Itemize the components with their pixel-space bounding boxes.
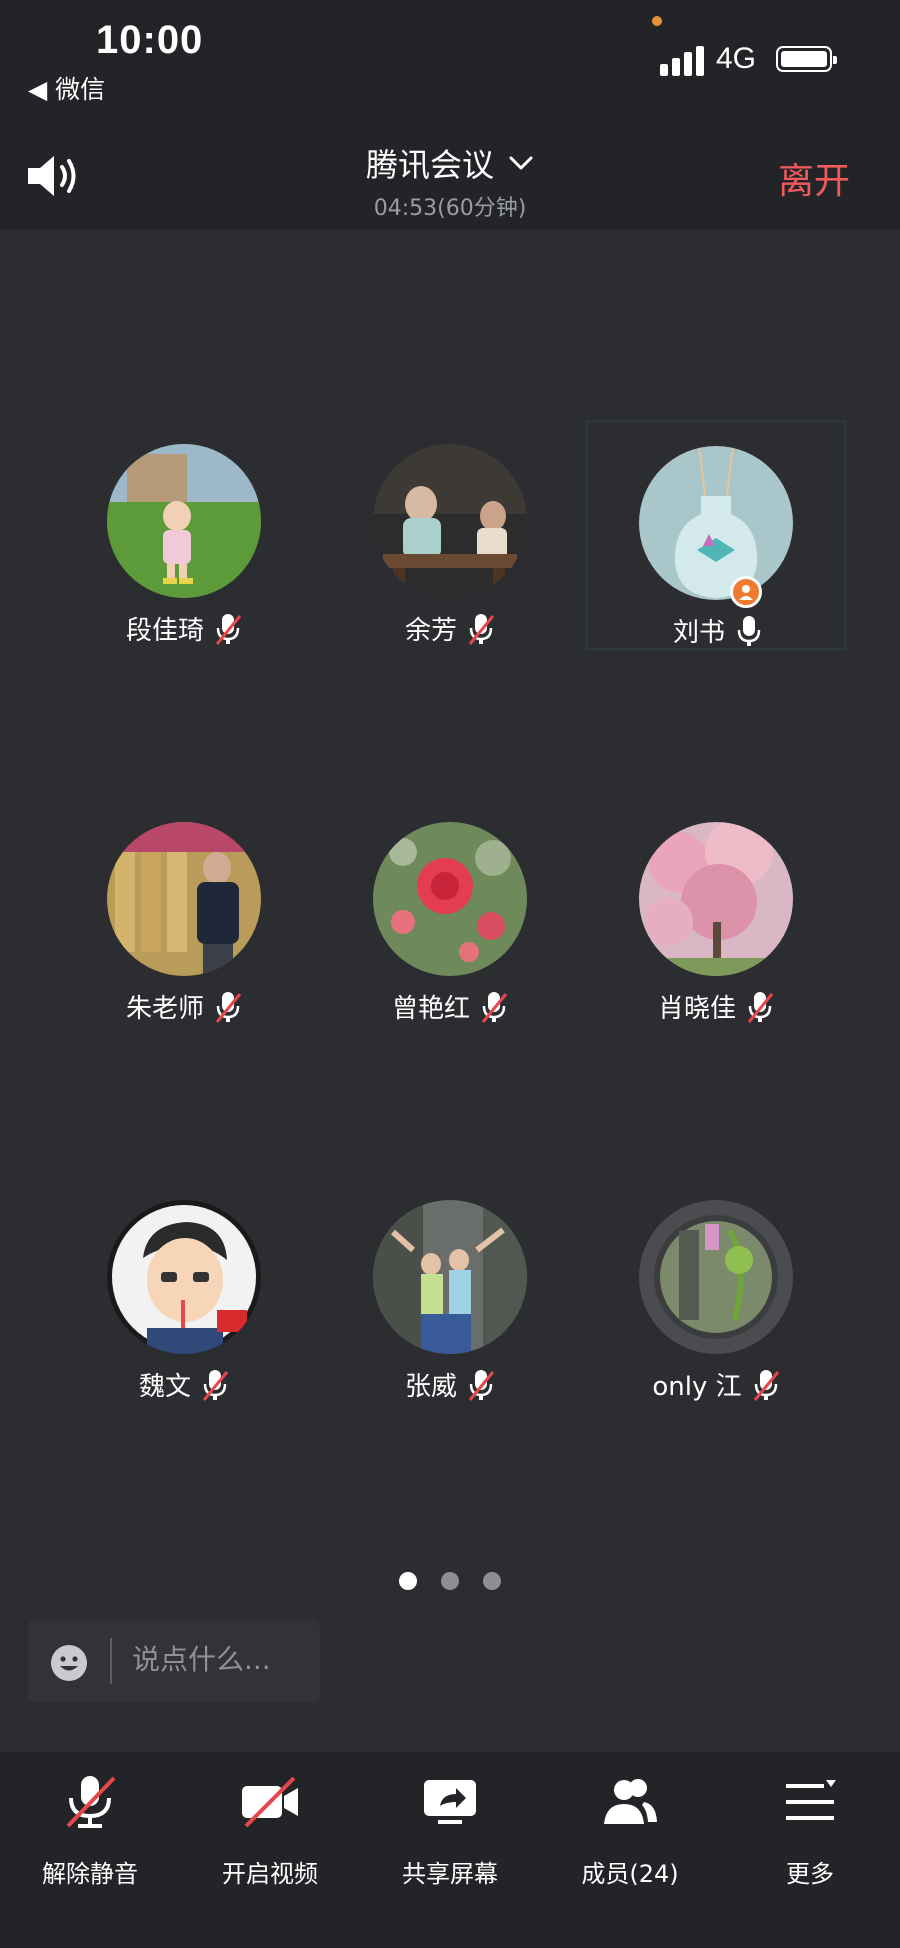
tea-photo-avatar (373, 444, 527, 598)
mic-muted-icon (481, 991, 508, 1023)
more-button[interactable]: 更多 (720, 1772, 900, 1912)
share-screen-button[interactable]: 共享屏幕 (360, 1772, 540, 1912)
mic-muted-icon (202, 1369, 229, 1401)
meeting-title: 腾讯会议 (365, 146, 494, 184)
participant-name: 朱老师 (125, 994, 204, 1024)
blossom-photo-avatar (639, 822, 793, 976)
participant-tile[interactable]: 段佳琦 (54, 420, 314, 650)
mic-muted-icon (215, 613, 242, 645)
network-type: 4G (716, 42, 757, 75)
mic-muted-icon (747, 991, 774, 1023)
participant-grid: 段佳琦 余芳 刘书 朱老师 曾艳红 肖晓佳 魏文 张威 only 江 (0, 230, 900, 1530)
mic-active-icon (737, 615, 761, 646)
share-screen-label: 共享屏幕 (402, 1860, 498, 1888)
more-label: 更多 (786, 1860, 834, 1888)
chevron-down-icon (509, 156, 533, 170)
mic-muted-icon (468, 1369, 495, 1401)
man-photo-avatar (107, 822, 261, 976)
members-icon (604, 1779, 657, 1824)
participant-tile[interactable]: 余芳 (320, 420, 580, 650)
participant-tile-active-speaker[interactable]: 刘书 (586, 420, 846, 650)
unmute-button[interactable]: 解除静音 (0, 1772, 180, 1912)
clock: 10:00 (96, 18, 204, 62)
page-dot-2[interactable] (441, 1572, 459, 1590)
participant-tile[interactable]: 张威 (320, 1176, 580, 1406)
chat-input[interactable] (130, 1642, 314, 1677)
garden-photo-avatar (639, 1200, 793, 1354)
meeting-header: 腾讯会议 04:53(60分钟) 离开 (0, 110, 900, 230)
start-video-button[interactable]: 开启视频 (180, 1772, 360, 1912)
divider (110, 1638, 112, 1684)
status-bar: 10:00 ◀ 微信 4G (0, 0, 900, 110)
participant-name: 张威 (404, 1372, 457, 1402)
battery-icon (776, 46, 837, 72)
bottle-photo-avatar (639, 446, 793, 600)
unmute-label: 解除静音 (42, 1860, 138, 1888)
mic-muted-icon (66, 1776, 116, 1828)
flower-photo-avatar (373, 822, 527, 976)
host-badge-icon (730, 576, 762, 608)
recording-indicator (652, 16, 662, 26)
participant-tile[interactable]: 肖晓佳 (586, 798, 846, 1028)
baby-photo-avatar (107, 444, 261, 598)
cartoon-avatar (107, 1200, 261, 1354)
participant-tile[interactable]: 曾艳红 (320, 798, 580, 1028)
chat-bar[interactable] (28, 1620, 320, 1702)
meeting-timer: 04:53(60分钟) (373, 196, 527, 221)
participant-name: 肖晓佳 (657, 994, 736, 1024)
emoji-icon[interactable] (50, 1644, 88, 1682)
participant-name: 曾艳红 (391, 994, 470, 1024)
members-button[interactable]: 成员(24) (540, 1772, 720, 1912)
participant-name: 魏文 (138, 1372, 191, 1402)
mic-muted-icon (215, 991, 242, 1023)
participant-tile[interactable]: only 江 (586, 1176, 846, 1406)
participant-name: only 江 (652, 1372, 742, 1402)
share-screen-icon (424, 1780, 476, 1824)
signal-icon (660, 46, 704, 76)
page-indicator (0, 1572, 900, 1590)
participant-name: 余芳 (404, 616, 457, 646)
mic-muted-icon (753, 1369, 779, 1401)
meeting-title-dropdown[interactable]: 腾讯会议 (0, 140, 900, 186)
page-dot-1[interactable] (399, 1572, 417, 1590)
participant-tile[interactable]: 魏文 (54, 1176, 314, 1406)
video-off-icon (242, 1776, 298, 1828)
back-to-app-link[interactable]: ◀ 微信 (28, 70, 105, 106)
page-dot-3[interactable] (483, 1572, 501, 1590)
leave-button[interactable]: 离开 (778, 152, 850, 204)
members-label: 成员(24) (581, 1860, 679, 1888)
participant-name: 刘书 (672, 618, 725, 648)
more-menu-icon (786, 1780, 836, 1820)
family-photo-avatar (373, 1200, 527, 1354)
participant-name: 段佳琦 (125, 616, 204, 646)
participant-tile[interactable]: 朱老师 (54, 798, 314, 1028)
start-video-label: 开启视频 (222, 1860, 318, 1888)
mic-muted-icon (468, 613, 495, 645)
meeting-toolbar: 解除静音 开启视频 共享屏幕 成员(24) 更多 (0, 1752, 900, 1948)
